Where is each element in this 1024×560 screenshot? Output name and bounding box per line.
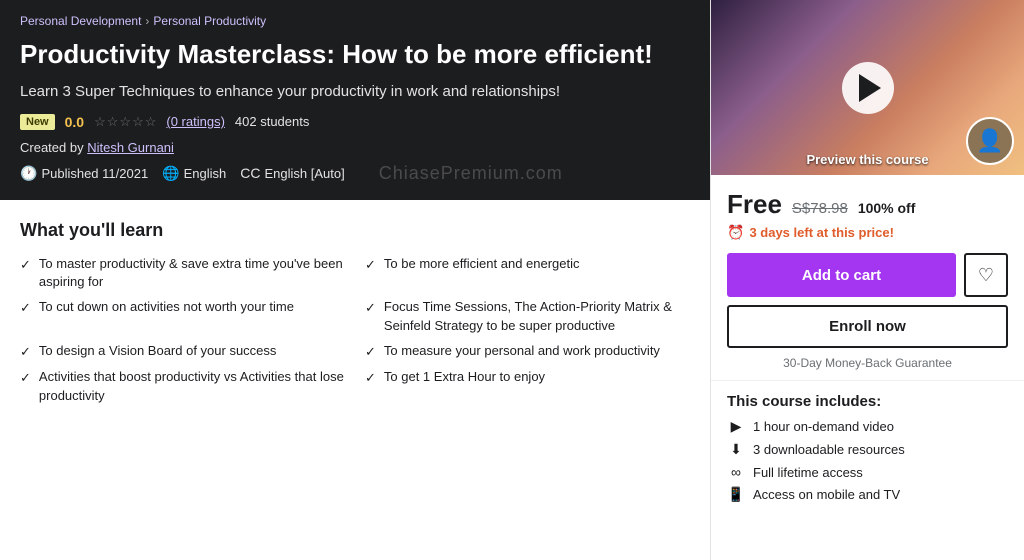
learn-text-l1: To master productivity & save extra time…	[39, 255, 345, 293]
students-count: 402 students	[235, 114, 309, 129]
learn-text-r3: To measure your personal and work produc…	[384, 342, 660, 361]
includes-section: This course includes: ▶ 1 hour on-demand…	[711, 381, 1024, 519]
author-label: Created by	[20, 140, 84, 155]
meta-row: 🕐 Published 11/2021 🌐 English CC English…	[20, 163, 690, 184]
captions-icon: CC	[240, 165, 260, 181]
include-text-2: Full lifetime access	[753, 465, 863, 480]
learn-item-r3: ✓ To measure your personal and work prod…	[365, 342, 690, 362]
learn-text-l3: To design a Vision Board of your success	[39, 342, 277, 361]
heart-icon: ♡	[978, 265, 994, 286]
star-4: ☆	[132, 114, 144, 130]
meta-captions: CC English [Auto]	[240, 165, 344, 181]
breadcrumb-parent[interactable]: Personal Development	[20, 14, 141, 28]
course-subtitle: Learn 3 Super Techniques to enhance your…	[20, 81, 690, 102]
course-header: Personal Development › Personal Producti…	[0, 0, 710, 200]
learn-title: What you'll learn	[20, 220, 690, 241]
add-to-cart-button[interactable]: Add to cart	[727, 253, 956, 297]
star-1: ☆	[94, 114, 106, 130]
include-text-1: 3 downloadable resources	[753, 442, 905, 457]
rating-row: New 0.0 ☆ ☆ ☆ ☆ ☆ (0 ratings) 402 studen…	[20, 114, 690, 130]
wishlist-button[interactable]: ♡	[964, 253, 1008, 297]
learn-text-l4: Activities that boost productivity vs Ac…	[39, 368, 345, 406]
calendar-icon: 🕐	[20, 165, 37, 182]
learn-item-l1: ✓ To master productivity & save extra ti…	[20, 255, 345, 293]
include-item-2: ∞ Full lifetime access	[727, 464, 1008, 480]
check-icon-l3: ✓	[20, 343, 31, 362]
include-item-3: 📱 Access on mobile and TV	[727, 486, 1008, 503]
check-icon-r1: ✓	[365, 256, 376, 275]
video-icon: ▶	[727, 418, 745, 435]
author-row: Created by Nitesh Gurnani	[20, 140, 690, 155]
infinity-icon: ∞	[727, 464, 745, 480]
meta-published: 🕐 Published 11/2021	[20, 165, 148, 182]
author-link[interactable]: Nitesh Gurnani	[87, 140, 174, 155]
learn-item-l4: ✓ Activities that boost productivity vs …	[20, 368, 345, 406]
urgency-row: ⏰ 3 days left at this price!	[727, 224, 1008, 241]
free-price: Free	[727, 189, 782, 220]
content-section: What you'll learn ✓ To master productivi…	[0, 200, 710, 560]
include-item-0: ▶ 1 hour on-demand video	[727, 418, 1008, 435]
learn-text-r2: Focus Time Sessions, The Action-Priority…	[384, 298, 690, 336]
preview-label: Preview this course	[711, 152, 1024, 167]
includes-title: This course includes:	[727, 393, 1008, 410]
star-5: ☆	[145, 114, 157, 130]
include-item-1: ⬇ 3 downloadable resources	[727, 441, 1008, 458]
play-icon	[859, 74, 881, 102]
rating-count[interactable]: (0 ratings)	[166, 114, 225, 129]
learn-item-l3: ✓ To design a Vision Board of your succe…	[20, 342, 345, 362]
check-icon-l1: ✓	[20, 256, 31, 275]
money-back-text: 30-Day Money-Back Guarantee	[727, 356, 1008, 370]
check-icon-l2: ✓	[20, 299, 31, 318]
new-badge: New	[20, 114, 55, 130]
course-title: Productivity Masterclass: How to be more…	[20, 38, 690, 71]
star-3: ☆	[119, 114, 131, 130]
original-price: S$78.98	[792, 200, 848, 217]
star-2: ☆	[107, 114, 119, 130]
learn-text-r4: To get 1 Extra Hour to enjoy	[384, 368, 545, 387]
globe-icon: 🌐	[162, 165, 179, 182]
alarm-icon: ⏰	[727, 224, 744, 241]
check-icon-l4: ✓	[20, 369, 31, 388]
pricing-section: Free S$78.98 100% off ⏰ 3 days left at t…	[711, 175, 1024, 381]
published-text: Published 11/2021	[41, 166, 148, 181]
urgency-text: 3 days left at this price!	[749, 225, 894, 240]
right-panel: 👤 Preview this course Free S$78.98 100% …	[710, 0, 1024, 560]
language-text: English	[184, 166, 227, 181]
learn-grid: ✓ To master productivity & save extra ti…	[20, 255, 690, 406]
breadcrumb: Personal Development › Personal Producti…	[20, 14, 690, 28]
captions-text: English [Auto]	[265, 166, 345, 181]
check-icon-r4: ✓	[365, 369, 376, 388]
enroll-now-button[interactable]: Enroll now	[727, 305, 1008, 348]
stars: ☆ ☆ ☆ ☆ ☆	[94, 114, 156, 130]
check-icon-r2: ✓	[365, 299, 376, 318]
left-panel: Personal Development › Personal Producti…	[0, 0, 710, 560]
include-text-0: 1 hour on-demand video	[753, 419, 894, 434]
download-icon: ⬇	[727, 441, 745, 458]
breadcrumb-separator: ›	[145, 14, 149, 28]
discount-pct: 100% off	[858, 200, 916, 216]
price-row: Free S$78.98 100% off	[727, 189, 1008, 220]
learn-text-l2: To cut down on activities not worth your…	[39, 298, 294, 317]
mobile-icon: 📱	[727, 486, 745, 503]
learn-item-r4: ✓ To get 1 Extra Hour to enjoy	[365, 368, 690, 406]
watermark: ChiasePremium.com	[379, 163, 563, 184]
check-icon-r3: ✓	[365, 343, 376, 362]
course-preview[interactable]: 👤 Preview this course	[711, 0, 1024, 175]
learn-item-r2: ✓ Focus Time Sessions, The Action-Priori…	[365, 298, 690, 336]
play-button[interactable]	[842, 62, 894, 114]
learn-item-l2: ✓ To cut down on activities not worth yo…	[20, 298, 345, 336]
include-text-3: Access on mobile and TV	[753, 487, 900, 502]
rating-score: 0.0	[65, 114, 84, 130]
breadcrumb-current: Personal Productivity	[153, 14, 266, 28]
learn-text-r1: To be more efficient and energetic	[384, 255, 580, 274]
meta-language: 🌐 English	[162, 165, 226, 182]
btn-row: Add to cart ♡	[727, 253, 1008, 297]
learn-item-r1: ✓ To be more efficient and energetic	[365, 255, 690, 293]
